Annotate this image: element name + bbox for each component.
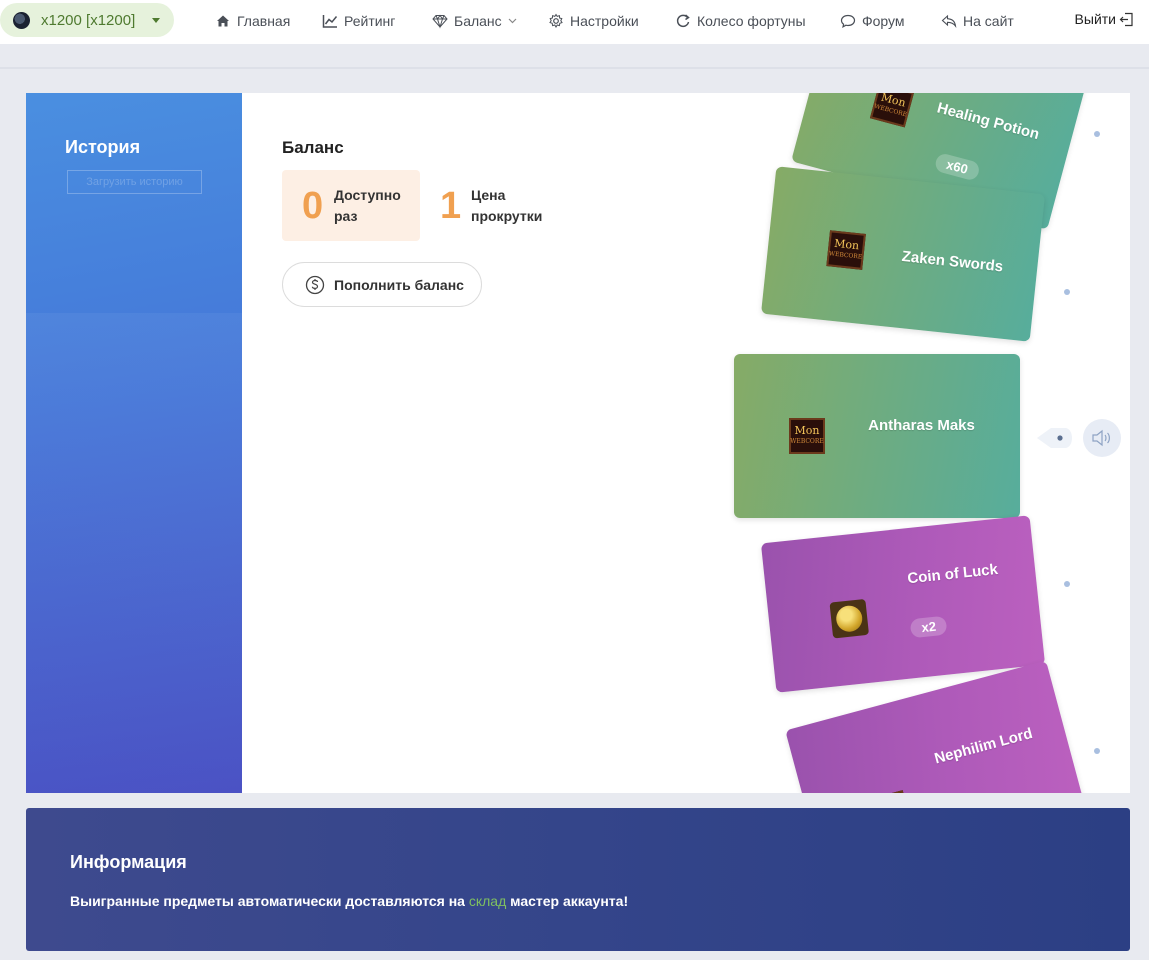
prize-name: Coin of Luck bbox=[906, 560, 999, 588]
divider bbox=[0, 67, 1149, 69]
available-spins-box: 0 Доступно раз bbox=[282, 170, 420, 241]
info-title: Информация bbox=[70, 852, 187, 872]
sound-toggle-button[interactable] bbox=[1083, 419, 1121, 457]
info-panel: Информация Выигранные предметы автоматич… bbox=[26, 808, 1130, 951]
nav-rating[interactable]: Рейтинг bbox=[322, 11, 395, 31]
refresh-icon bbox=[675, 13, 691, 29]
logout-icon bbox=[1119, 12, 1133, 26]
history-sidebar: История Загрузить историю bbox=[26, 93, 242, 793]
prize-name: Zaken Swords bbox=[900, 247, 1004, 276]
spin-price-label: Цена прокрутки bbox=[471, 187, 543, 224]
prize-name: Healing Potion bbox=[935, 99, 1042, 144]
prize-qty: x2 bbox=[909, 615, 948, 639]
nav-wheel[interactable]: Колесо фортуны bbox=[675, 11, 806, 31]
wheel-pointer-icon bbox=[1037, 428, 1072, 448]
fortune-wheel-panel: История Загрузить историю Баланс 0 Досту… bbox=[26, 93, 1130, 793]
nav-home[interactable]: Главная bbox=[215, 11, 290, 31]
reply-icon bbox=[941, 13, 957, 29]
nav-wheel-label: Колесо фортуны bbox=[697, 13, 806, 29]
prize-card: Coin of Luck x2 bbox=[760, 515, 1046, 693]
nav-rating-label: Рейтинг bbox=[344, 13, 396, 29]
load-history-button[interactable]: Загрузить историю bbox=[67, 170, 202, 194]
chat-icon bbox=[840, 13, 856, 29]
mon-icon: MonWEBCORE bbox=[869, 93, 915, 128]
info-text: Выигранные предметы автоматически достав… bbox=[70, 893, 629, 909]
mon-icon: MonWEBCORE bbox=[789, 418, 825, 454]
top-navigation: x1200 [x1200] Главная Рейтинг Баланс Нас… bbox=[0, 0, 1149, 44]
prize-card-selected: Mon WEBCORE Antharas Maks bbox=[734, 354, 1020, 518]
spin-price-box: 1 Цена прокрутки bbox=[430, 170, 560, 241]
wheel-dot bbox=[1064, 581, 1070, 587]
wheel-dot bbox=[1094, 131, 1100, 137]
chevron-down-icon bbox=[508, 18, 517, 24]
logout-label: Выйти bbox=[1074, 11, 1116, 27]
nav-balance[interactable]: Баланс bbox=[432, 11, 517, 31]
mon-icon: MonWEBCORE bbox=[867, 790, 912, 793]
history-title: История bbox=[65, 137, 141, 157]
logout-button[interactable]: Выйти bbox=[1075, 11, 1134, 27]
prize-name: Antharas Maks bbox=[868, 417, 975, 434]
prize-name: Nephilim Lord bbox=[932, 724, 1035, 768]
topup-balance-button[interactable]: Пополнить баланс bbox=[282, 262, 482, 307]
available-spins-label: Доступно раз bbox=[334, 187, 401, 224]
balance-title: Баланс bbox=[282, 138, 344, 157]
nav-site-label: На сайт bbox=[963, 13, 1014, 29]
spin-price-value: 1 bbox=[440, 185, 462, 227]
home-icon bbox=[215, 13, 231, 29]
nav-forum[interactable]: Форум bbox=[840, 11, 905, 31]
diamond-icon bbox=[432, 13, 448, 29]
nav-forum-label: Форум bbox=[862, 13, 905, 29]
mon-icon: MonWEBCORE bbox=[826, 230, 866, 270]
prize-card: Mon WEBCORE Zaken Swords bbox=[761, 166, 1045, 342]
chart-line-icon bbox=[322, 13, 338, 29]
speaker-icon bbox=[1092, 429, 1110, 447]
warehouse-link[interactable]: склад bbox=[469, 893, 506, 909]
globe-icon bbox=[13, 11, 30, 29]
coin-icon bbox=[829, 598, 870, 639]
prize-qty: x60 bbox=[933, 151, 981, 182]
server-name: x1200 [x1200] bbox=[41, 11, 136, 29]
wheel-dot bbox=[1094, 748, 1100, 754]
nav-balance-label: Баланс bbox=[454, 13, 502, 29]
nav-settings-label: Настройки bbox=[570, 13, 639, 29]
caret-down-icon bbox=[152, 18, 160, 23]
wheel-dot bbox=[1064, 289, 1070, 295]
nav-home-label: Главная bbox=[237, 13, 291, 29]
available-spins-value: 0 bbox=[302, 185, 324, 227]
topup-label: Пополнить баланс bbox=[334, 276, 464, 293]
gear-icon bbox=[548, 13, 564, 29]
sidebar-background bbox=[26, 313, 242, 793]
nav-site[interactable]: На сайт bbox=[941, 11, 1014, 31]
server-selector[interactable]: x1200 [x1200] bbox=[0, 3, 174, 37]
dollar-coin-icon bbox=[305, 275, 325, 294]
nav-settings[interactable]: Настройки bbox=[548, 11, 639, 31]
